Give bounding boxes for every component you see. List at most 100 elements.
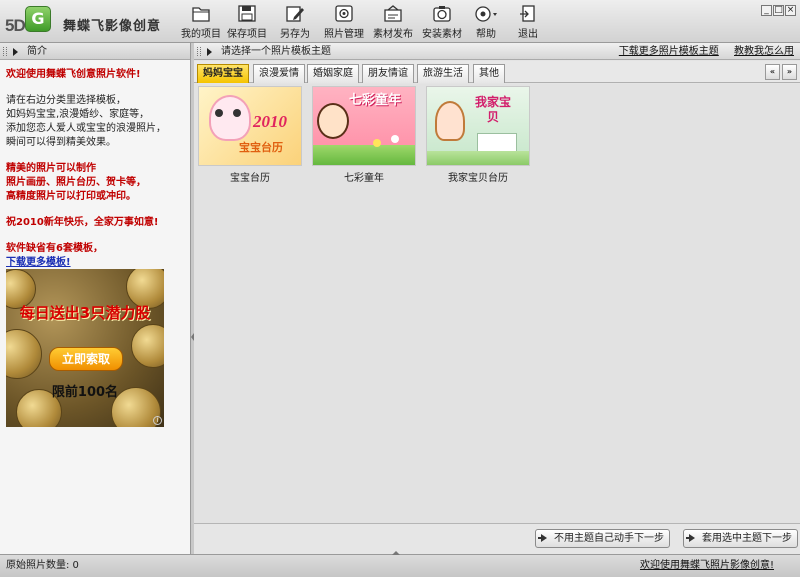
- folder-icon: [192, 7, 210, 22]
- logo-badge-icon: G: [25, 6, 51, 32]
- toolbar-label: 素材发布: [373, 29, 413, 40]
- manual-next-button[interactable]: 不用主题自己动手下一步: [535, 529, 670, 548]
- window-controls: _ □ ×: [760, 2, 796, 16]
- thumb-overlay-title: 七彩童年: [349, 93, 402, 108]
- template-panel: 请选择一个照片模板主题 下载更多照片模板主题 教教我怎么用 妈妈宝宝 浪漫爱情 …: [194, 43, 800, 554]
- tab-other[interactable]: 其他: [473, 64, 505, 83]
- coin-graphic: [131, 324, 164, 368]
- toolbar-label: 另存为: [280, 29, 310, 40]
- arrow-right-icon: [686, 534, 695, 542]
- toolbar-label: 保存项目: [227, 29, 267, 40]
- photo-manager-icon: [335, 5, 353, 22]
- girl-figure: [435, 101, 465, 141]
- default-templates-text: 软件缺省有6套模板，: [6, 243, 103, 254]
- intro-panel-header: 简介: [0, 43, 190, 60]
- thumb-overlay-title: 我家宝贝: [475, 95, 512, 124]
- thumb-overlay-title: 宝宝台历: [239, 141, 283, 154]
- close-button[interactable]: ×: [785, 5, 796, 16]
- save-as-button[interactable]: 另存为: [277, 3, 313, 41]
- ad-claim-button[interactable]: 立即索取: [49, 347, 123, 371]
- thumb-overlay-year: 2010: [253, 112, 287, 131]
- welcome-text: 欢迎使用舞蝶飞创意照片软件!: [6, 69, 141, 80]
- template-caption: 七彩童年: [344, 173, 384, 184]
- arrow-right-icon: [538, 534, 547, 542]
- save-as-icon: [286, 6, 304, 22]
- greeting-text: 祝2010新年快乐，全家万事如意!: [6, 217, 159, 228]
- toolbar-label: 帮助: [476, 29, 496, 40]
- template-thumbnail: 2010 宝宝台历: [198, 86, 302, 166]
- use-theme-next-label: 套用选中主题下一步: [702, 533, 792, 544]
- template-item[interactable]: 七彩童年 七彩童年: [312, 86, 416, 184]
- instruction-line: 如妈妈宝宝,浪漫婚纱、家庭等，: [6, 109, 150, 120]
- main-toolbar: 5D G 舞蝶飞影像创意 我的项目 保存项目 另存为 照片管理 素材发布 安装素…: [0, 0, 800, 43]
- toolbar-label: 安装素材: [422, 29, 462, 40]
- help-button[interactable]: 帮助: [472, 3, 500, 41]
- ad-limit-text: 限前100名: [51, 385, 119, 400]
- template-caption: 宝宝台历: [230, 173, 270, 184]
- my-projects-button[interactable]: 我的项目: [181, 3, 221, 41]
- download-more-themes-link[interactable]: 下载更多照片模板主题: [619, 46, 719, 57]
- feature-line: 精美的照片可以制作: [6, 163, 96, 174]
- girl-figure: [317, 103, 349, 139]
- tabs-scroll-right-button[interactable]: »: [782, 64, 797, 80]
- instruction-line: 瞬间可以得到精美效果。: [6, 137, 116, 148]
- template-panel-header: 请选择一个照片模板主题 下载更多照片模板主题 教教我怎么用: [194, 43, 800, 60]
- download-more-templates-link[interactable]: 下载更多模板!: [6, 256, 184, 270]
- feature-line: 照片画册、照片台历、贺卡等，: [6, 177, 146, 188]
- publish-material-button[interactable]: 素材发布: [373, 3, 413, 41]
- use-theme-next-button[interactable]: 套用选中主题下一步: [683, 529, 798, 548]
- template-thumbnail: 七彩童年: [312, 86, 416, 166]
- app-name: 舞蝶飞影像创意: [63, 19, 162, 34]
- instruction-line: 添加您恋人爱人或宝宝的浪漫照片，: [6, 123, 166, 134]
- template-item[interactable]: 我家宝贝 我家宝贝台历: [426, 86, 530, 184]
- template-caption: 我家宝贝台历: [448, 173, 508, 184]
- tab-marriage-family[interactable]: 婚姻家庭: [307, 64, 359, 83]
- intro-panel-title: 简介: [27, 46, 47, 57]
- grip-handle-icon[interactable]: [3, 47, 7, 56]
- tab-mother-baby[interactable]: 妈妈宝宝: [197, 64, 249, 83]
- ad-banner[interactable]: 每日送出3只潜力股 立即索取 限前100名 i: [6, 269, 164, 427]
- template-prompt: 请选择一个照片模板主题: [221, 46, 331, 57]
- minimize-button[interactable]: _: [761, 5, 772, 16]
- app-logo: 5D G 舞蝶飞影像创意: [3, 2, 173, 40]
- ad-info-icon[interactable]: i: [153, 416, 162, 425]
- expand-arrow-icon[interactable]: [207, 48, 212, 56]
- toolbar-label: 退出: [518, 29, 538, 40]
- template-gallery: 2010 宝宝台历 宝宝台历 七彩童年 七彩童年 我家宝贝 我家宝贝台历: [194, 84, 800, 523]
- exit-icon: [520, 5, 535, 22]
- collapse-up-arrow-icon[interactable]: [392, 551, 400, 555]
- grip-handle-icon[interactable]: [197, 47, 201, 56]
- status-bar: 原始照片数量: 0 欢迎使用舞蝶飞照片影像创意!: [0, 551, 800, 577]
- tabs-scroll-left-button[interactable]: «: [765, 64, 780, 80]
- manual-next-label: 不用主题自己动手下一步: [554, 533, 664, 544]
- save-project-button[interactable]: 保存项目: [226, 3, 268, 41]
- publish-material-icon: [384, 5, 402, 22]
- install-material-icon: [433, 6, 451, 22]
- toolbar-label: 照片管理: [324, 29, 364, 40]
- baby-figure: [209, 95, 251, 141]
- install-material-button[interactable]: 安装素材: [421, 3, 463, 41]
- category-tabs: 妈妈宝宝 浪漫爱情 婚姻家庭 朋友情谊 旅游生活 其他 « »: [194, 61, 800, 83]
- tab-romance[interactable]: 浪漫爱情: [253, 64, 305, 83]
- help-icon: [475, 6, 497, 22]
- intro-text: 欢迎使用舞蝶飞创意照片软件! 请在右边分类里选择模板， 如妈妈宝宝,浪漫婚纱、家…: [0, 60, 190, 270]
- welcome-status-link[interactable]: 欢迎使用舞蝶飞照片影像创意!: [640, 555, 774, 577]
- expand-arrow-icon[interactable]: [13, 48, 18, 56]
- exit-button[interactable]: 退出: [514, 3, 542, 41]
- ad-headline: 每日送出3只潜力股: [19, 304, 151, 322]
- maximize-button[interactable]: □: [773, 5, 784, 16]
- template-thumbnail: 我家宝贝: [426, 86, 530, 166]
- instruction-line: 请在右边分类里选择模板，: [6, 95, 126, 106]
- usage-guide-link[interactable]: 教教我怎么用: [734, 46, 794, 57]
- photo-count: 原始照片数量: 0: [6, 560, 79, 571]
- coin-graphic: [6, 329, 42, 379]
- floppy-disk-icon: [238, 5, 256, 22]
- tab-travel-life[interactable]: 旅游生活: [417, 64, 469, 83]
- template-item[interactable]: 2010 宝宝台历 宝宝台历: [198, 86, 302, 184]
- logo-prefix: 5D: [5, 16, 26, 35]
- action-bar: 不用主题自己动手下一步 套用选中主题下一步: [194, 523, 800, 554]
- tab-friendship[interactable]: 朋友情谊: [362, 64, 414, 83]
- feature-line: 高精度照片可以打印或冲印。: [6, 191, 136, 202]
- photo-manager-button[interactable]: 照片管理: [324, 3, 364, 41]
- intro-panel: 简介 欢迎使用舞蝶飞创意照片软件! 请在右边分类里选择模板， 如妈妈宝宝,浪漫婚…: [0, 43, 191, 554]
